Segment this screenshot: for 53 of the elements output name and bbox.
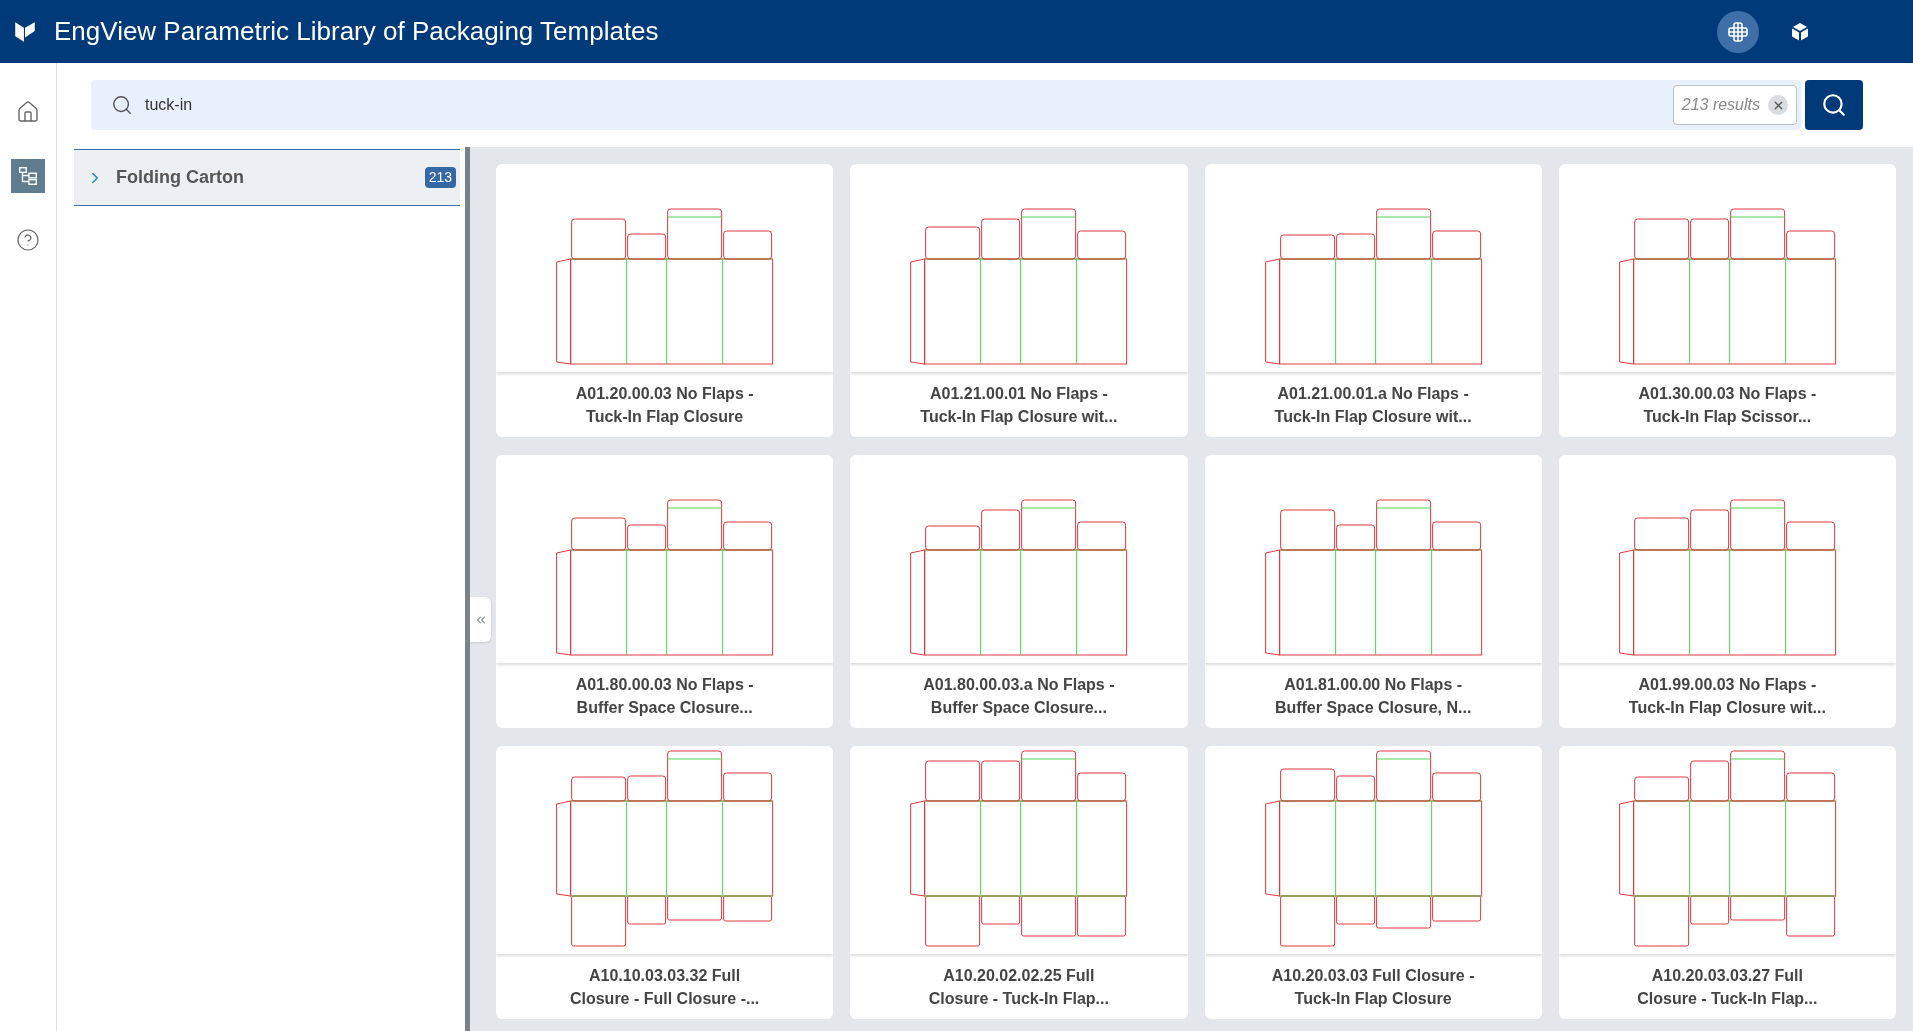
card-title-line: A01.30.00.03 No Flaps -: [1638, 383, 1817, 404]
card-title-line: A01.81.00.00 No Flaps -: [1284, 674, 1463, 695]
count-badge: 213: [424, 167, 456, 188]
card-title-line: A01.20.00.03 No Flaps -: [575, 383, 754, 404]
clear-search-button[interactable]: [1768, 95, 1788, 115]
results-count: 213 results: [1681, 95, 1760, 115]
card-title-line: A10.20.03.03 Full Closure -: [1271, 965, 1475, 986]
tree-nav-button[interactable]: [11, 159, 45, 193]
template-card[interactable]: A01.21.00.01 No Flaps - Tuck-In Flap Closure wit...: [850, 164, 1188, 437]
card-title-line: Closure - Tuck-In Flap...: [1637, 988, 1818, 1009]
template-card[interactable]: A01.80.00.03.a No Flaps - Buffer Space Closure...: [850, 455, 1188, 728]
search-value: tuck-in: [145, 95, 193, 115]
tree-item-label: Folding Carton: [116, 166, 244, 189]
card-title-line: A10.10.03.03.32 Full: [589, 965, 741, 986]
card-title-line: A01.21.00.01 No Flaps -: [929, 383, 1108, 404]
search-field[interactable]: tuck-in 213 results: [91, 80, 1801, 130]
search-icon: [111, 94, 133, 116]
card-title-line: A01.80.00.03.a No Flaps -: [923, 674, 1115, 695]
grid-icon: [1726, 19, 1750, 44]
template-card[interactable]: A10.20.03.03.27 Full Closure - Tuck-In Flap...: [1558, 746, 1896, 1019]
template-card[interactable]: A01.81.00.00 No Flaps - Buffer Space Closure, N...: [1204, 455, 1542, 728]
card-title-line: Tuck-In Flap Closure wit...: [1628, 697, 1826, 718]
card-title-line: Buffer Space Closure...: [576, 697, 753, 718]
card-title-line: Closure - Full Closure -...: [569, 988, 760, 1009]
template-card[interactable]: A01.99.00.03 No Flaps - Tuck-In Flap Closure wit...: [1558, 455, 1896, 728]
card-title-line: Buffer Space Closure, N...: [1274, 697, 1472, 718]
template-card[interactable]: A10.20.02.02.25 Full Closure - Tuck-In Flap...: [850, 746, 1188, 1019]
tree-item[interactable]: Folding Carton 213: [74, 149, 460, 206]
card-title-line: Tuck-In Flap Closure: [586, 406, 744, 427]
card-title-line: A10.20.03.03.27 Full: [1651, 965, 1803, 986]
card-title-line: A01.99.00.03 No Flaps -: [1638, 674, 1817, 695]
app-title: EngView Parametric Library of Packaging Templates: [54, 15, 659, 48]
tree-icon: [17, 165, 39, 187]
card-title-line: Buffer Space Closure...: [930, 697, 1107, 718]
card-title-line: Tuck-In Flap Closure wit...: [1274, 406, 1472, 427]
template-card[interactable]: A10.10.03.03.32 Full Closure - Full Closure -...: [496, 746, 834, 1019]
template-card[interactable]: A01.30.00.03 No Flaps - Tuck-In Flap Scissor...: [1558, 164, 1896, 437]
card-title-line: Tuck-In Flap Closure wit...: [920, 406, 1118, 427]
library-view-button[interactable]: [1717, 10, 1759, 53]
help-icon: [16, 228, 40, 252]
card-title-line: A10.20.02.02.25 Full: [943, 965, 1095, 986]
card-title-line: Closure - Tuck-In Flap...: [928, 988, 1109, 1009]
template-card[interactable]: A01.80.00.03 No Flaps - Buffer Space Closure...: [496, 455, 834, 728]
template-card[interactable]: A01.21.00.01.a No Flaps - Tuck-In Flap Closure wit...: [1204, 164, 1542, 437]
template-card[interactable]: A10.20.03.03 Full Closure - Tuck-In Flap Closure: [1204, 746, 1542, 1019]
card-title-line: A01.21.00.01.a No Flaps -: [1277, 383, 1469, 404]
template-card[interactable]: A01.20.00.03 No Flaps - Tuck-In Flap Closure: [496, 164, 834, 437]
card-title-line: Tuck-In Flap Closure: [1294, 988, 1452, 1009]
card-title-line: Tuck-In Flap Scissor...: [1643, 406, 1812, 427]
card-title-line: A01.80.00.03 No Flaps -: [575, 674, 754, 695]
search-icon: [1821, 92, 1847, 118]
search-button[interactable]: [1805, 80, 1863, 130]
home-icon: [16, 100, 40, 124]
